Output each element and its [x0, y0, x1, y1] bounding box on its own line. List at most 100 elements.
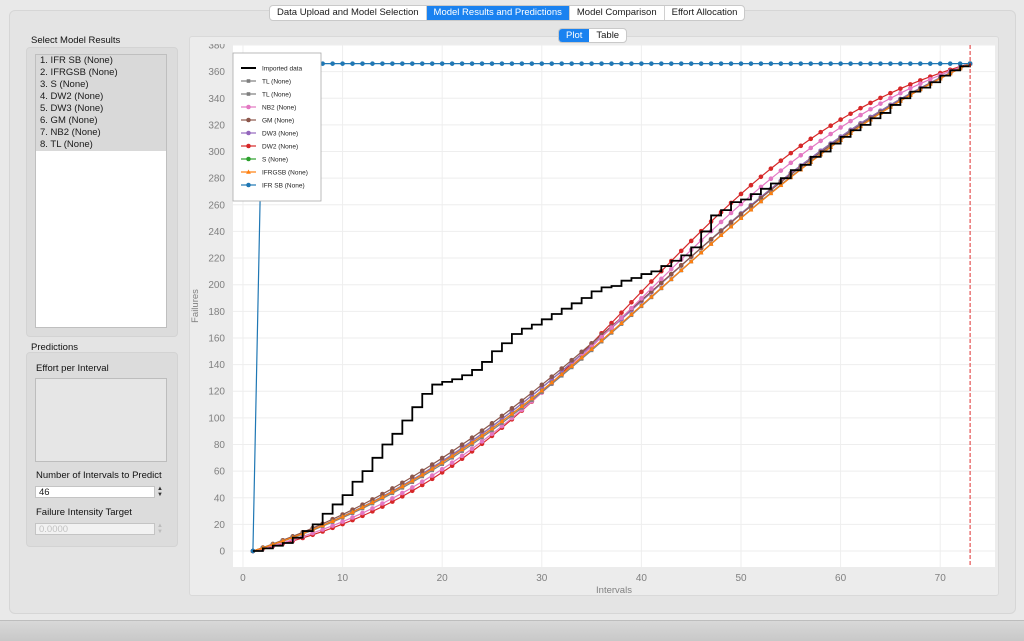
num-intervals-input[interactable]: 46	[35, 486, 155, 498]
legend-label: GM (None)	[262, 118, 294, 125]
series-marker	[848, 118, 853, 124]
series-marker	[529, 390, 535, 396]
series-marker	[708, 237, 714, 242]
series-marker	[629, 299, 634, 305]
effort-per-interval-box[interactable]	[35, 378, 167, 462]
legend-label: TL (None)	[262, 79, 291, 86]
series-marker	[439, 455, 445, 461]
list-item[interactable]: 5. DW3 (None)	[36, 103, 166, 115]
series-marker	[539, 382, 545, 388]
legend-label: NB2 (None)	[262, 105, 296, 112]
list-item[interactable]: 1. IFR SB (None)	[36, 55, 166, 67]
series-marker	[469, 446, 475, 452]
series-marker	[927, 61, 933, 66]
series-marker	[519, 61, 525, 66]
series-marker	[380, 61, 385, 66]
series-marker	[698, 61, 704, 66]
tab-effort-allocation[interactable]: Effort Allocation	[665, 6, 745, 20]
series-marker	[649, 61, 654, 66]
table-toggle-button[interactable]: Table	[589, 29, 626, 42]
series-marker	[788, 160, 794, 166]
series-marker	[668, 271, 674, 277]
series-marker	[639, 289, 644, 295]
series-marker	[400, 61, 405, 66]
series-marker	[370, 506, 375, 511]
series-marker	[818, 61, 823, 66]
model-results-list[interactable]: 1. IFR SB (None) 2. IFRGSB (None) 3. S (…	[35, 54, 167, 328]
tab-data-upload[interactable]: Data Upload and Model Selection	[270, 6, 427, 20]
series-marker	[818, 138, 823, 144]
series-marker	[459, 61, 465, 66]
list-item[interactable]: 3. S (None)	[36, 79, 166, 91]
series-marker	[917, 61, 923, 66]
list-item[interactable]: 7. NB2 (None)	[36, 127, 166, 139]
failures-chart[interactable]: 0204060801001201401601802002202402602803…	[189, 44, 997, 594]
y-tick-label: 160	[208, 333, 225, 344]
fi-target-label: Failure Intensity Target	[36, 507, 132, 518]
series-marker	[668, 61, 674, 66]
series-marker	[748, 61, 754, 66]
y-tick-label: 140	[208, 360, 225, 371]
series-marker	[868, 100, 873, 106]
plot-toggle-button[interactable]: Plot	[559, 29, 590, 42]
list-item[interactable]: 2. IFRGSB (None)	[36, 67, 166, 79]
series-marker	[439, 466, 445, 472]
fi-target-stepper[interactable]: ▲ ▼	[156, 523, 164, 535]
series-marker	[449, 460, 455, 465]
series-marker	[838, 117, 843, 122]
series-marker	[888, 90, 893, 96]
select-model-results-title: Select Model Results	[31, 35, 121, 46]
series-marker	[330, 523, 335, 528]
series-marker	[728, 61, 734, 66]
series-marker	[449, 449, 455, 454]
series-marker	[768, 61, 774, 66]
series-marker	[569, 61, 574, 66]
series-marker	[419, 61, 425, 66]
list-item[interactable]: 8. TL (None)	[36, 139, 166, 151]
series-marker	[868, 106, 873, 112]
series-marker	[479, 428, 485, 433]
series-marker	[798, 61, 804, 66]
fi-target-input[interactable]: 0.0000	[35, 523, 155, 535]
series-marker	[778, 61, 784, 66]
series-marker	[917, 81, 923, 86]
series-marker	[390, 496, 395, 501]
series-marker	[818, 129, 823, 135]
series-marker	[499, 413, 505, 419]
series-marker	[688, 238, 694, 244]
series-marker	[509, 61, 515, 66]
series-marker	[246, 156, 251, 162]
series-marker	[659, 276, 664, 282]
series-marker	[649, 286, 654, 291]
y-tick-label: 260	[208, 200, 225, 211]
series-marker	[529, 61, 535, 66]
num-intervals-stepper[interactable]: ▲ ▼	[156, 486, 164, 498]
series-marker	[738, 61, 744, 66]
series-marker	[688, 61, 694, 66]
series-marker	[957, 61, 963, 66]
series-marker	[439, 61, 445, 66]
series-marker	[509, 406, 515, 411]
list-item[interactable]: 4. DW2 (None)	[36, 91, 166, 103]
series-marker	[898, 61, 903, 66]
series-marker	[908, 61, 913, 66]
tab-model-comparison[interactable]: Model Comparison	[570, 6, 665, 20]
series-marker	[489, 421, 495, 426]
series-marker	[360, 510, 365, 516]
series-marker	[728, 210, 734, 216]
series-marker	[808, 136, 814, 142]
series-marker	[499, 61, 505, 66]
legend-label: DW3 (None)	[262, 131, 298, 138]
series-marker	[888, 61, 893, 66]
series-marker	[459, 442, 465, 447]
x-axis-label: Intervals	[596, 585, 632, 594]
tab-model-results[interactable]: Model Results and Predictions	[426, 6, 570, 20]
list-item[interactable]: 6. GM (None)	[36, 115, 166, 127]
series-marker	[778, 158, 784, 164]
series-marker	[708, 61, 714, 66]
series-marker	[400, 490, 405, 496]
series-marker	[748, 182, 754, 188]
series-marker	[380, 501, 385, 506]
series-marker	[838, 125, 843, 130]
series-marker	[927, 76, 933, 82]
